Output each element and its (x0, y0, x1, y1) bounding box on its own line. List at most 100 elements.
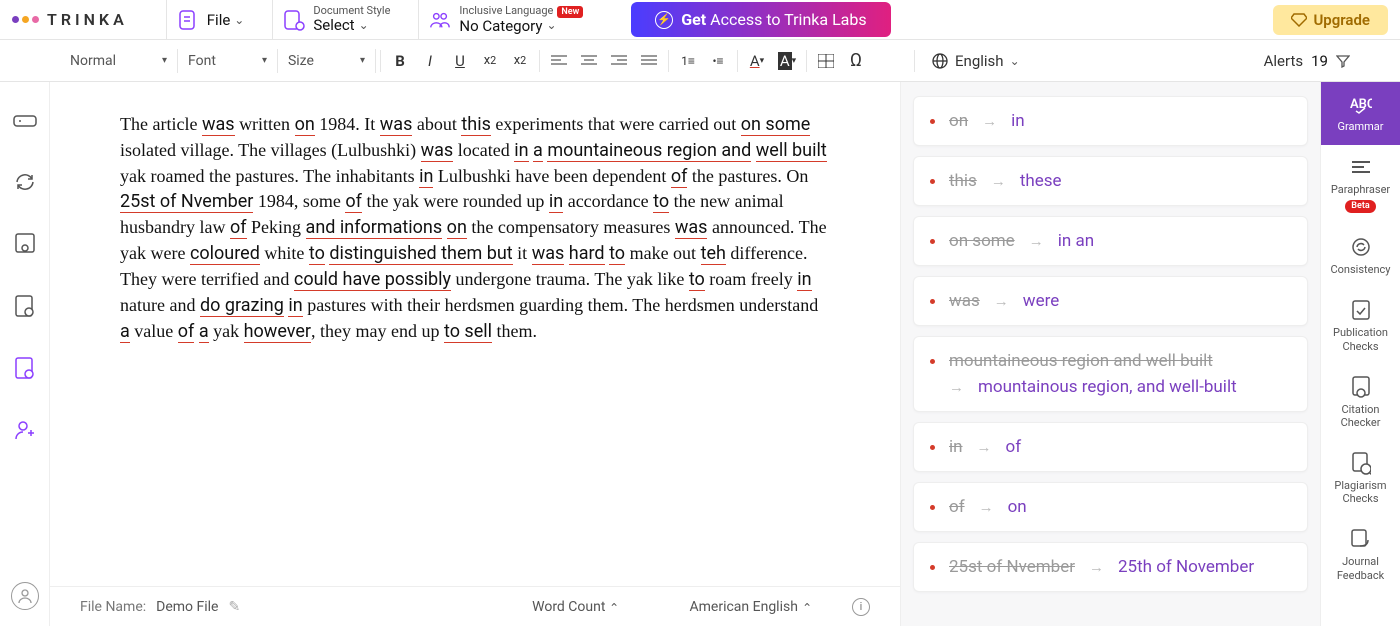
highlight-button[interactable]: A▾ (772, 46, 802, 76)
rightrail-grammar[interactable]: ABCGrammar (1321, 82, 1400, 145)
info-icon[interactable]: i (852, 598, 870, 616)
inclusive-language-menu[interactable]: Inclusive Language New No Category ⌄ (418, 0, 593, 39)
inclang-sup: Inclusive Language (459, 4, 553, 17)
font-dropdown[interactable]: Font▾ (178, 49, 278, 73)
suggestion-card[interactable]: in→of (913, 422, 1308, 472)
rightrail-label: Journal Feedback (1323, 555, 1398, 581)
invite-icon[interactable] (11, 416, 39, 444)
arrow-right-icon: → (979, 498, 994, 516)
caret-down-icon: ▾ (162, 55, 167, 66)
suggestion-from: in (949, 437, 963, 457)
upgrade-button[interactable]: Upgrade (1273, 5, 1388, 35)
brand-text: TRINKA (47, 10, 128, 29)
logo-dots-icon (12, 16, 39, 23)
alerts-display[interactable]: Alerts 19 (1264, 52, 1350, 70)
trinka-labs-button[interactable]: ⚡ Get Access to Trinka Labs (631, 2, 890, 37)
beta-badge: Beta (1345, 200, 1375, 213)
language-selector[interactable]: English ⌄ (931, 52, 1020, 70)
chevron-down-icon: ⌄ (546, 19, 556, 32)
rightrail-journal-feedback[interactable]: Journal Feedback (1321, 517, 1400, 593)
doc-search-icon[interactable] (11, 292, 39, 320)
citation-checker-icon (1349, 375, 1373, 399)
subscript-button[interactable]: x2 (475, 46, 505, 76)
arrow-right-icon: → (991, 172, 1006, 190)
suggestion-card[interactable]: was→were (913, 276, 1308, 326)
italic-button[interactable]: I (415, 46, 445, 76)
doc-hl-icon[interactable] (11, 354, 39, 382)
cert-icon[interactable] (11, 230, 39, 258)
suggestion-to: of (1006, 437, 1022, 457)
globe-icon (931, 52, 949, 70)
arrow-right-icon: → (994, 292, 1009, 310)
suggestion-card[interactable]: this→these (913, 156, 1308, 206)
edit-icon[interactable]: ✎ (228, 599, 240, 615)
style-value: Normal (70, 53, 116, 69)
suggestion-card[interactable]: 25st of Nvember→25th of November (913, 542, 1308, 592)
align-justify-button[interactable] (634, 46, 664, 76)
rightrail-label: Publication Checks (1323, 326, 1398, 352)
text-color-button[interactable]: A▾ (742, 46, 772, 76)
labs-rest: Access to Trinka Labs (710, 10, 866, 29)
size-value: Size (288, 53, 314, 69)
grammar-icon: ABC (1349, 92, 1373, 116)
arrow-right-icon: → (1029, 232, 1044, 250)
drive-icon[interactable] (11, 106, 39, 134)
rightrail-label: Consistency (1330, 263, 1390, 276)
superscript-button[interactable]: x2 (505, 46, 535, 76)
suggestion-card[interactable]: on some→in an (913, 216, 1308, 266)
alert-dot-icon (930, 179, 935, 184)
suggestion-to: 25th of November (1118, 557, 1254, 577)
align-right-button[interactable] (604, 46, 634, 76)
align-center-button[interactable] (574, 46, 604, 76)
docstyle-main: Select (313, 17, 354, 34)
suggestion-card[interactable]: of→on (913, 482, 1308, 532)
font-value: Font (188, 53, 216, 69)
topbar: TRINKA File⌄ Document Style Select⌄ Incl… (0, 0, 1400, 40)
word-count[interactable]: Word Count ⌄ (532, 599, 619, 615)
document-style-menu[interactable]: Document Style Select⌄ (272, 0, 400, 39)
unordered-list-button[interactable]: •≡ (703, 46, 733, 76)
ordered-list-button[interactable]: 1≡ (673, 46, 703, 76)
arrow-right-icon: → (982, 112, 997, 130)
chevron-up-icon: ⌄ (609, 600, 619, 614)
rightrail-citation-checker[interactable]: Citation Checker (1321, 365, 1400, 441)
user-avatar-icon[interactable] (11, 582, 39, 610)
omega-button[interactable]: Ω (841, 46, 871, 76)
rightrail-consistency[interactable]: Consistency (1321, 225, 1400, 288)
suggestion-from: 25st of Nvember (949, 557, 1075, 577)
align-left-button[interactable] (544, 46, 574, 76)
consistency-icon (1349, 235, 1373, 259)
rightrail-paraphraser[interactable]: ParaphraserBeta (1321, 145, 1400, 225)
table-button[interactable] (811, 46, 841, 76)
wc-label: Word Count (532, 599, 605, 615)
upgrade-label: Upgrade (1313, 11, 1370, 29)
suggestion-card[interactable]: on→in (913, 96, 1308, 146)
style-dropdown[interactable]: Normal ▾ (60, 49, 178, 73)
bolt-icon: ⚡ (655, 11, 673, 29)
sync-icon[interactable] (11, 168, 39, 196)
rightrail-plagiarism-checks[interactable]: Plagiarism Checks (1321, 441, 1400, 517)
size-dropdown[interactable]: Size▾ (278, 49, 376, 73)
suggestion-card[interactable]: mountaineous region and well built→mount… (913, 336, 1308, 412)
suggestions-panel: on→inthis→theseon some→in anwas→weremoun… (900, 82, 1320, 626)
suggestion-from: of (949, 497, 965, 517)
new-badge: New (557, 6, 583, 18)
suggestion-from: on (949, 111, 968, 131)
bold-button[interactable]: B (385, 46, 415, 76)
rightrail-label: Plagiarism Checks (1323, 479, 1398, 505)
underline-button[interactable]: U (445, 46, 475, 76)
suggestion-to: mountainous region, and well-built (978, 377, 1237, 397)
doc-language[interactable]: American English⌄ (690, 599, 813, 615)
alert-dot-icon (930, 565, 935, 570)
filter-icon (1336, 54, 1350, 68)
suggestion-to: in an (1058, 231, 1094, 251)
plagiarism-checks-icon (1349, 451, 1373, 475)
alerts-label: Alerts (1264, 52, 1304, 70)
rightrail-publication-checks[interactable]: Publication Checks (1321, 288, 1400, 364)
suggestion-from: this (949, 171, 977, 191)
file-menu[interactable]: File⌄ (166, 0, 255, 39)
inclang-main: No Category (459, 18, 542, 35)
arrow-right-icon: → (949, 378, 964, 396)
editor-area[interactable]: The article was written on 1984. It was … (50, 82, 900, 586)
suggestion-to: were (1023, 291, 1059, 311)
